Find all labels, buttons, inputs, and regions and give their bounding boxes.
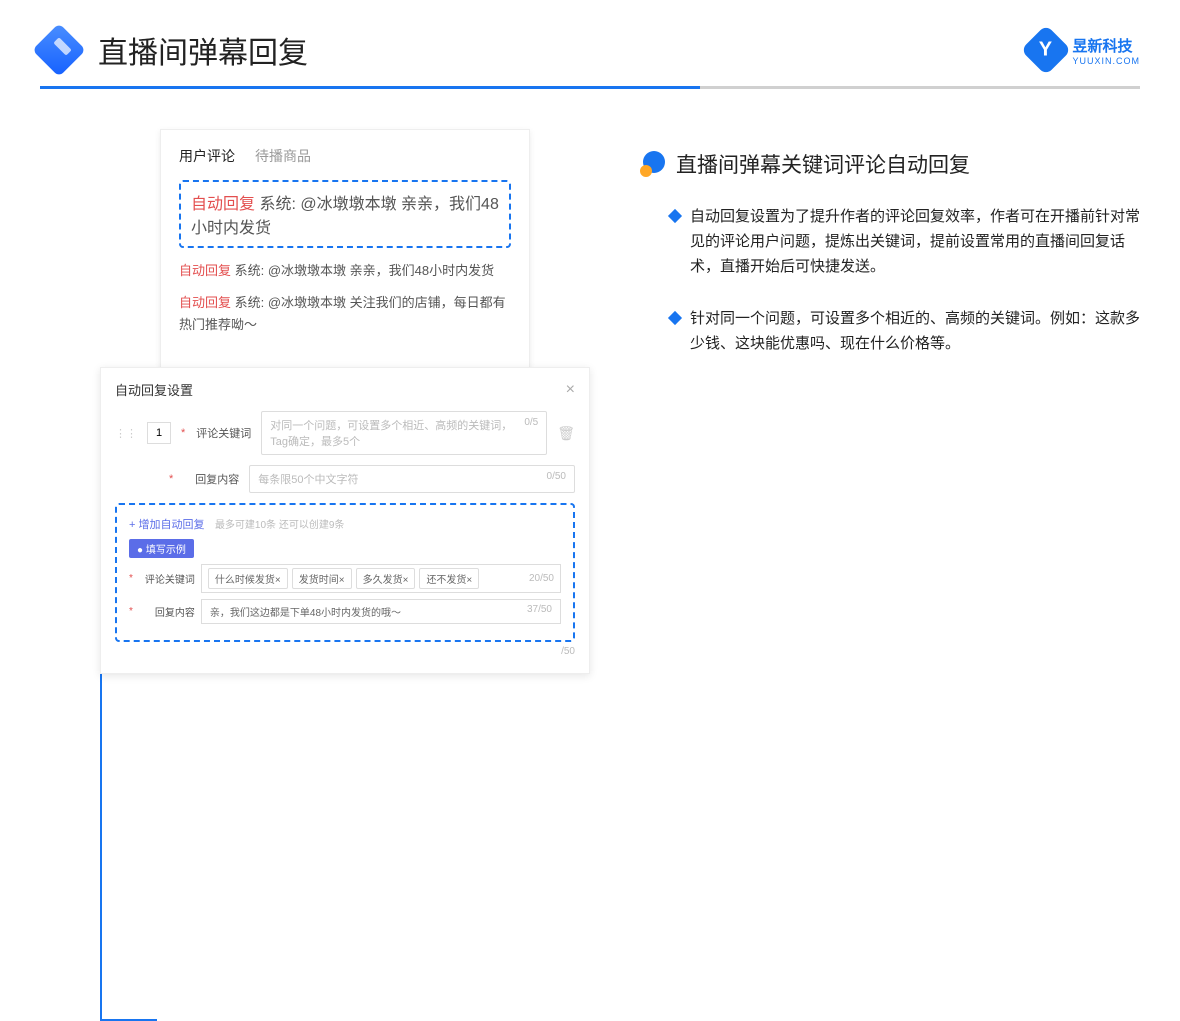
brand-icon: Y: [1021, 25, 1072, 76]
comments-panel: 用户评论 待播商品 自动回复 系统: @冰墩墩本墩 亲亲，我们48小时内发货 自…: [160, 129, 530, 377]
keyword-label: 评论关键词: [195, 425, 251, 441]
outer-counter: /50: [115, 646, 575, 657]
drag-handle-icon[interactable]: ⋮⋮: [115, 427, 137, 440]
example-box: + 增加自动回复 最多可建10条 还可以创建9条 ● 填写示例 * 评论关键词 …: [115, 503, 575, 642]
tabs: 用户评论 待播商品: [179, 146, 511, 166]
tab-user-comments[interactable]: 用户评论: [179, 146, 235, 166]
bullet-text: 自动回复设置为了提升作者的评论回复效率，作者可在开播前针对常见的评论用户问题，提…: [690, 205, 1140, 279]
close-icon[interactable]: ×: [566, 381, 575, 399]
bullet-item: 自动回复设置为了提升作者的评论回复效率，作者可在开播前针对常见的评论用户问题，提…: [640, 205, 1140, 279]
bullet-item: 针对同一个问题，可设置多个相近的、高频的关键词。例如：这款多少钱、这块能优惠吗、…: [640, 307, 1140, 357]
auto-reply-badge: 自动回复: [179, 263, 231, 278]
brand-sub: YUUXIN.COM: [1072, 56, 1140, 66]
section-bullet-icon: [640, 151, 666, 177]
settings-title: 自动回复设置: [115, 380, 193, 399]
comment-row: 自动回复 系统: @冰墩墩本墩 亲亲，我们48小时内发货: [179, 260, 511, 282]
connector-line: [100, 674, 102, 1019]
required-marker: *: [181, 427, 185, 439]
tab-pending-goods[interactable]: 待播商品: [255, 146, 311, 166]
auto-reply-badge: 自动回复: [179, 295, 231, 310]
diamond-icon: [668, 209, 682, 223]
auto-reply-settings-panel: 自动回复设置 × ⋮⋮ 1 * 评论关键词 对同一个问题，可设置多个相近、高频的…: [100, 367, 590, 674]
tag[interactable]: 发货时间×: [292, 568, 352, 589]
content-label: 回复内容: [183, 471, 239, 487]
example-badge: ● 填写示例: [129, 539, 194, 558]
content-input[interactable]: 每条限50个中文字符 0/50: [249, 465, 575, 493]
slide-icon: [32, 23, 86, 77]
comment-row: 自动回复 系统: @冰墩墩本墩 关注我们的店铺，每日都有热门推荐呦～: [179, 292, 511, 336]
ex-keyword-label: 评论关键词: [139, 571, 195, 586]
section-title: 直播间弹幕关键词评论自动回复: [676, 149, 970, 179]
page-title: 直播间弹幕回复: [98, 28, 308, 72]
delete-icon[interactable]: 🗑: [557, 425, 575, 442]
auto-reply-badge: 自动回复: [191, 196, 255, 213]
required-marker: *: [169, 473, 173, 485]
brand-name: 昱新科技: [1072, 35, 1140, 56]
tag[interactable]: 什么时候发货×: [208, 568, 288, 589]
rule-number: 1: [147, 422, 171, 444]
highlighted-comment: 自动回复 系统: @冰墩墩本墩 亲亲，我们48小时内发货: [179, 180, 511, 248]
keyword-input[interactable]: 对同一个问题，可设置多个相近、高频的关键词，Tag确定，最多5个 0/5: [261, 411, 547, 455]
tag[interactable]: 还不发货×: [419, 568, 479, 589]
add-auto-reply-link[interactable]: + 增加自动回复: [129, 519, 204, 531]
diamond-icon: [668, 311, 682, 325]
tag[interactable]: 多久发货×: [356, 568, 416, 589]
comment-text: 系统: @冰墩墩本墩 亲亲，我们48小时内发货: [235, 263, 495, 278]
ex-content-label: 回复内容: [139, 604, 195, 619]
ex-content-input[interactable]: 亲，我们这边都是下单48小时内发货的哦～ 37/50: [201, 599, 561, 624]
brand-logo: Y 昱新科技 YUUXIN.COM: [1028, 32, 1140, 68]
bullet-text: 针对同一个问题，可设置多个相近的、高频的关键词。例如：这款多少钱、这块能优惠吗、…: [690, 307, 1140, 357]
ex-tags-input[interactable]: 什么时候发货× 发货时间× 多久发货× 还不发货× 20/50: [201, 564, 561, 593]
add-hint: 最多可建10条 还可以创建9条: [215, 520, 344, 531]
